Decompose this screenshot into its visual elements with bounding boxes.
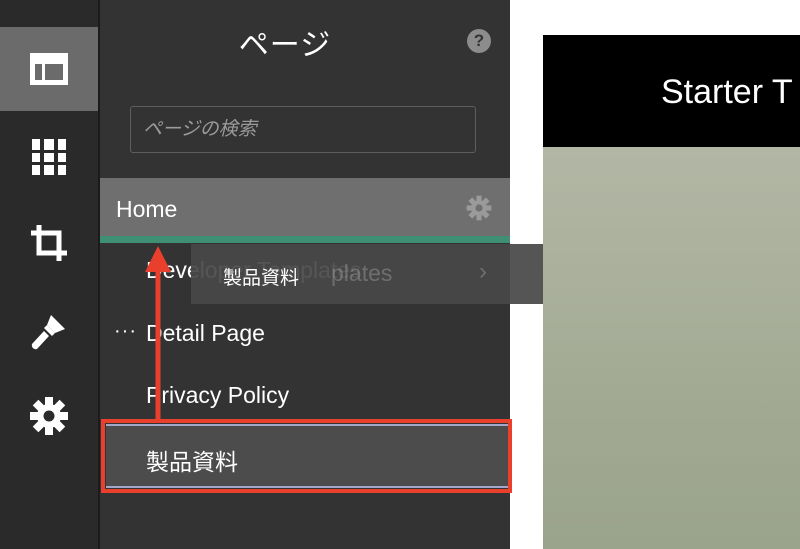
site-preview[interactable]: Starter T <box>543 35 800 549</box>
preview-hero-image <box>543 147 800 549</box>
preview-header: Starter T <box>543 35 800 147</box>
preview-title: Starter T <box>661 73 793 111</box>
